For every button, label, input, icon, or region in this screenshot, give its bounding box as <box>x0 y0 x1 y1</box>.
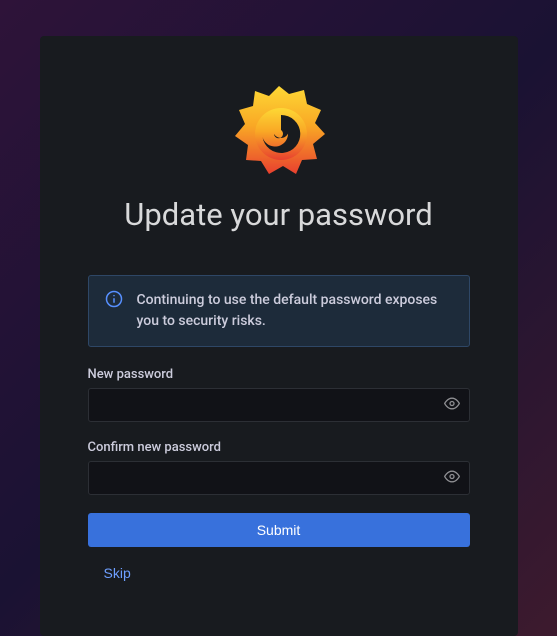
alert-message: Continuing to use the default password e… <box>137 290 453 332</box>
grafana-logo-icon <box>231 74 327 186</box>
password-form: New password Confirm new password <box>88 367 470 581</box>
confirm-password-label: Confirm new password <box>88 440 470 455</box>
new-password-label: New password <box>88 367 470 382</box>
info-icon <box>105 290 123 312</box>
security-alert: Continuing to use the default password e… <box>88 275 470 347</box>
new-password-input-wrap <box>88 388 470 422</box>
eye-icon <box>444 396 460 415</box>
submit-button[interactable]: Submit <box>88 513 470 547</box>
eye-icon <box>444 469 460 488</box>
skip-link[interactable]: Skip <box>104 565 131 581</box>
toggle-new-password-visibility[interactable] <box>440 392 464 419</box>
page-title: Update your password <box>124 196 432 233</box>
confirm-password-input-wrap <box>88 461 470 495</box>
toggle-confirm-password-visibility[interactable] <box>440 465 464 492</box>
confirm-password-input[interactable] <box>88 461 470 495</box>
password-update-card: Update your password Continuing to use t… <box>40 36 518 636</box>
new-password-input[interactable] <box>88 388 470 422</box>
